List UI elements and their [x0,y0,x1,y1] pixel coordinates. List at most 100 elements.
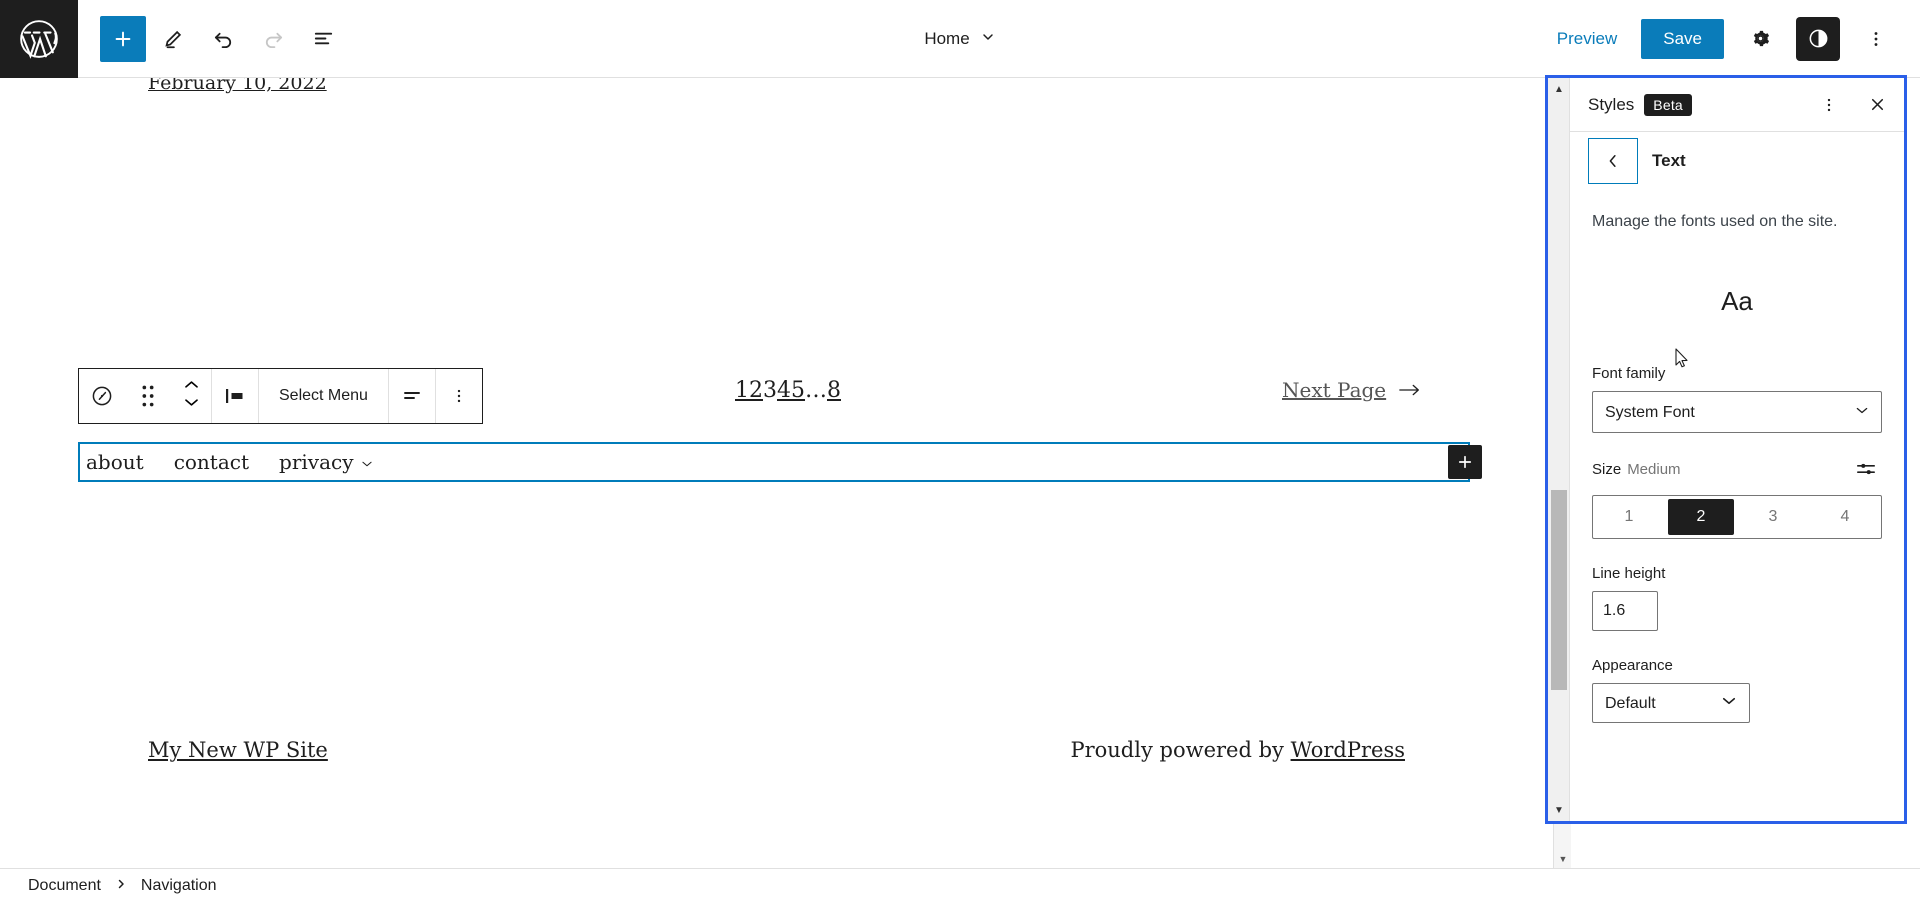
font-size-step-3[interactable]: 3 [1740,499,1806,536]
gear-icon[interactable] [1738,17,1782,61]
site-title-link[interactable]: My New WP Site [148,738,328,762]
preview-button[interactable]: Preview [1547,21,1627,57]
credit-prefix: Proudly powered by [1070,738,1291,762]
block-toolbar-group-justify [389,369,436,423]
wordpress-credit-link[interactable]: WordPress [1291,738,1405,762]
editor-canvas: February 10, 2022 Select Menu about cont… [0,78,1553,868]
select-menu-button[interactable]: Select Menu [259,369,388,423]
nav-link-label: about [86,450,144,474]
font-family-select[interactable]: System Font [1592,391,1882,434]
styles-section-description: Manage the fonts used on the site. [1592,213,1838,230]
beta-badge: Beta [1644,93,1692,116]
font-size-step-4[interactable]: 4 [1812,499,1878,536]
styles-panel-header: Styles Beta [1570,78,1904,132]
styles-sidebar-panel: ▲ ▼ Styles Beta Text Manage the fonts us… [1545,75,1907,824]
top-bar-right-tools: Preview Save [1547,16,1920,61]
styles-scrollbar-thumb[interactable] [1551,490,1567,690]
top-bar-left-tools [78,15,346,62]
contrast-half-circle-icon[interactable] [1796,16,1840,61]
three-dots-vertical-icon[interactable] [1854,17,1898,61]
wordpress-site-editor: Home Preview Save February 10, 2022 Sele… [0,0,1920,902]
site-footer: My New WP Site Proudly powered by WordPr… [0,738,1553,762]
pagination-numbers: 1 2 3 4 5 … 8 [735,378,841,403]
pagination-page[interactable]: 4 [777,378,791,403]
font-family-label: Font family [1592,365,1666,383]
font-size-step-1[interactable]: 1 [1596,499,1662,536]
pagination-page[interactable]: 1 [735,378,749,403]
scroll-down-arrow-icon[interactable]: ▼ [1554,850,1572,868]
appearance-label: Appearance [1592,657,1673,675]
font-size-step-2[interactable]: 2 [1668,499,1734,536]
pencil-edit-icon[interactable] [150,16,196,62]
editor-status-bar: Document Navigation [0,868,1920,902]
add-nav-item-button[interactable] [1448,445,1482,479]
nav-link-label: contact [173,450,250,474]
font-size-row: Size Medium [1570,453,1904,485]
arrow-right-icon [1398,378,1422,402]
chevron-down-icon [980,29,996,50]
pagination-page[interactable]: 2 [749,378,763,403]
next-page-label: Next Page [1282,378,1387,402]
wordpress-logo-icon[interactable] [0,0,78,78]
block-toolbar-group-more [436,369,482,423]
nav-link-contact[interactable]: contact [174,450,249,474]
editor-top-bar: Home Preview Save [0,0,1920,78]
styles-panel-title: Styles [1588,94,1635,114]
appearance-field: Appearance Default [1570,657,1904,724]
navigation-block[interactable]: about contact privacy [78,442,1482,482]
breadcrumb-document[interactable]: Document [28,877,101,895]
breadcrumb-navigation[interactable]: Navigation [141,877,217,895]
scroll-down-arrow-icon[interactable]: ▼ [1548,799,1570,821]
navigation-compass-icon[interactable] [79,369,125,423]
save-button[interactable]: Save [1641,18,1724,59]
styles-panel-scrollbar[interactable]: ▲ ▼ [1548,78,1570,821]
styles-section-nav: Text [1570,132,1904,188]
chevron-up-icon[interactable] [182,378,201,396]
three-dots-vertical-icon[interactable] [436,369,482,423]
block-toolbar: Select Menu [78,368,483,424]
typography-preview: Aa [1721,285,1753,316]
pagination-ellipsis: … [805,378,827,403]
scroll-up-arrow-icon[interactable]: ▲ [1548,78,1570,100]
block-toolbar-group-align [212,369,259,423]
styles-section-title: Text [1652,151,1686,170]
document-title-switcher[interactable]: Home [914,23,1005,56]
styles-panel-body: Styles Beta Text Manage the fonts used o… [1570,78,1904,821]
list-view-icon[interactable] [300,16,346,62]
nav-link-privacy[interactable]: privacy [279,450,373,474]
font-family-field: Font family System Font [1570,365,1904,434]
document-title: Home [924,29,970,48]
pagination-page-current: 3 [763,378,777,403]
next-page-link[interactable]: Next Page [1282,378,1422,402]
line-height-field: Line height [1570,565,1904,632]
font-family-select-wrap: System Font [1592,391,1882,434]
redo-arrow-icon[interactable] [250,16,296,62]
post-date-text: February 10, 2022 [148,78,327,94]
close-x-icon[interactable] [1858,86,1896,124]
line-height-input[interactable] [1592,591,1658,632]
justify-items-icon[interactable] [389,369,435,423]
navigation-items: about contact privacy [84,450,374,474]
powered-by-credit: Proudly powered by WordPress [1070,738,1405,762]
three-dots-vertical-icon[interactable] [1810,86,1848,124]
nav-link-about[interactable]: about [86,450,144,474]
back-button[interactable] [1588,138,1638,184]
sliders-icon[interactable] [1850,453,1882,485]
six-dots-drag-icon[interactable] [125,369,171,423]
block-toolbar-group-block [79,369,212,423]
add-block-button[interactable] [100,15,146,62]
block-toolbar-group-menu: Select Menu [259,369,389,423]
block-mover[interactable] [171,369,211,423]
undo-arrow-icon[interactable] [200,16,246,62]
pagination-page[interactable]: 8 [827,378,841,403]
mouse-cursor [1675,348,1691,375]
line-height-label: Line height [1592,565,1666,583]
align-left-icon[interactable] [212,369,258,423]
nav-link-label: privacy [279,450,354,474]
chevron-down-icon[interactable] [182,396,201,414]
chevron-right-icon [115,878,127,893]
appearance-select[interactable]: Default [1592,683,1750,724]
pagination-page[interactable]: 5 [791,378,805,403]
chevron-down-icon [360,450,374,474]
font-size-label: Size [1592,460,1622,478]
